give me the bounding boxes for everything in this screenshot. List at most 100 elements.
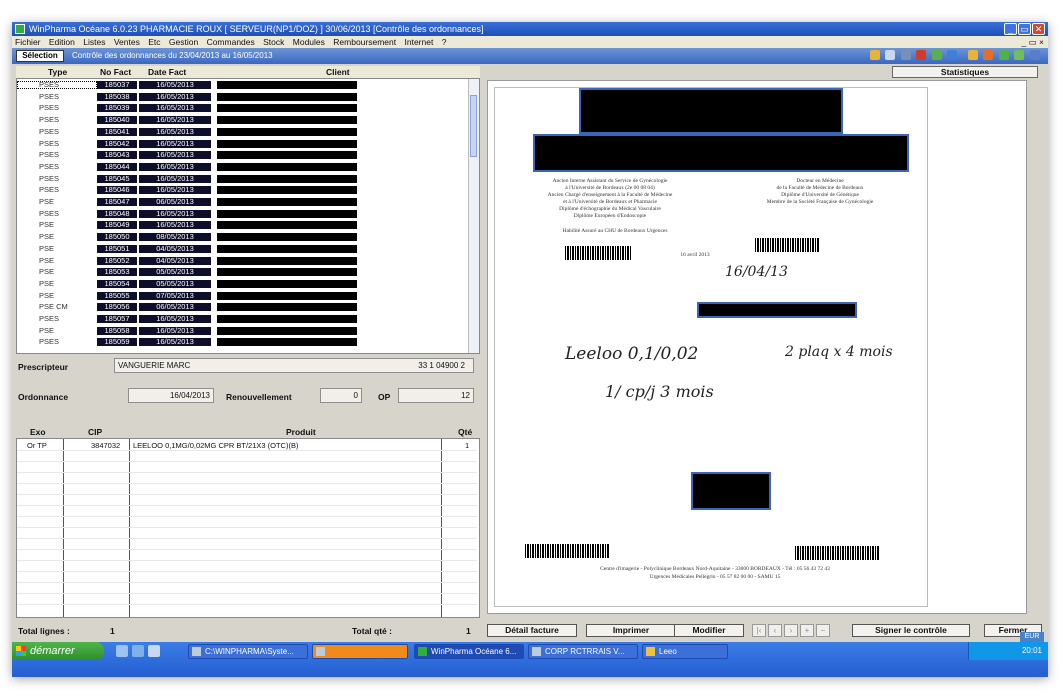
invoice-row[interactable]: PSE 185049 16/05/2013	[17, 221, 467, 230]
col-type[interactable]: Type	[48, 67, 67, 77]
product-grid[interactable]: Or TP 3847032 LEELOO 0,1MG/0,02MG CPR BT…	[16, 438, 480, 618]
menu-ventes[interactable]: Ventes	[111, 36, 143, 48]
invoice-type: PSES	[39, 314, 60, 323]
op-field[interactable]: 12	[398, 388, 474, 403]
globe-icon[interactable]	[1014, 50, 1025, 60]
col-no-fact[interactable]: No Fact	[100, 67, 131, 77]
check-icon[interactable]	[998, 50, 1009, 60]
invoice-row[interactable]: PSES 185041 16/05/2013	[17, 127, 467, 136]
invoice-row[interactable]: PSES 185042 16/05/2013	[17, 138, 467, 148]
folder-icon[interactable]	[869, 50, 880, 60]
col-produit[interactable]: Produit	[286, 427, 316, 437]
invoice-row[interactable]: PSES 185044 16/05/2013	[17, 162, 467, 171]
renouvellement-field[interactable]: 0	[320, 388, 362, 403]
menu-edition[interactable]: Edition	[46, 36, 78, 48]
mdi-window-controls[interactable]: _ ▭ ×	[1022, 36, 1044, 48]
close-button[interactable]: ✕	[1032, 23, 1045, 35]
invoice-row[interactable]: PSES 185038 16/05/2013	[17, 92, 467, 101]
row-divider	[17, 494, 477, 495]
maximize-button[interactable]: ▭	[1018, 23, 1031, 35]
ordonnance-date-field[interactable]: 16/04/2013	[128, 388, 214, 403]
col-date-fact[interactable]: Date Fact	[148, 67, 186, 77]
statistiques-button[interactable]: Statistiques	[892, 66, 1038, 78]
invoice-type: PSES	[39, 138, 60, 148]
invoice-row[interactable]: PSE 185053 05/05/2013	[17, 268, 467, 277]
invoice-number: 185037	[97, 81, 137, 89]
col-client[interactable]: Client	[326, 67, 350, 77]
menu-fichier[interactable]: Fichier	[12, 36, 44, 48]
windows-logo-icon	[16, 646, 26, 656]
menu-stock[interactable]: Stock	[260, 36, 287, 48]
imprimer-button[interactable]: Imprimer	[586, 624, 676, 637]
taskbar-item[interactable]: C:\WINPHARMA\Syste...	[188, 644, 308, 659]
prev-page-icon[interactable]: ‹	[768, 624, 782, 637]
stats-icon[interactable]	[983, 50, 994, 60]
menu-listes[interactable]: Listes	[80, 36, 108, 48]
invoice-row[interactable]: PSE 185052 04/05/2013	[17, 256, 467, 265]
menu-gestion[interactable]: Gestion	[166, 36, 201, 48]
print-icon[interactable]	[900, 50, 911, 60]
invoice-row[interactable]: PSE 185058 16/05/2013	[17, 326, 467, 335]
invoice-row[interactable]: PSE 185054 05/05/2013	[17, 279, 467, 288]
detail-facture-button[interactable]: Détail facture	[487, 624, 577, 637]
invoice-row[interactable]: PSES 185057 16/05/2013	[17, 315, 467, 323]
zoom-in-icon[interactable]: +	[800, 624, 814, 637]
exit-icon[interactable]	[1030, 50, 1040, 60]
title-bar[interactable]: WinPharma Océane 6.0.23 PHARMACIE ROUX […	[12, 22, 1048, 36]
product-row[interactable]: Or TP 3847032 LEELOO 0,1MG/0,02MG CPR BT…	[17, 441, 477, 450]
flag-icon[interactable]	[916, 50, 927, 60]
next-page-icon[interactable]: ›	[784, 624, 798, 637]
tools-icon[interactable]	[967, 50, 978, 60]
info-icon[interactable]	[947, 50, 958, 60]
invoice-row[interactable]: PSES 185046 16/05/2013	[17, 185, 467, 195]
invoice-row[interactable]: PSES 185037 16/05/2013	[17, 81, 467, 89]
quicklaunch-icon[interactable]	[148, 645, 160, 657]
invoice-row[interactable]: PSE CM 185056 06/05/2013	[17, 303, 467, 312]
col-divider	[63, 439, 64, 617]
invoice-row[interactable]: PSE 185050 08/05/2013	[17, 233, 467, 242]
taskbar-item[interactable]: Leeo	[642, 644, 728, 659]
invoice-grid-scrollbar[interactable]	[468, 79, 479, 353]
menu-remboursement[interactable]: Remboursement	[330, 36, 399, 48]
invoice-grid[interactable]: PSES 185037 16/05/2013 PSES 185038 16/05/2013…	[16, 78, 480, 354]
invoice-row[interactable]: PSES 185043 16/05/2013	[17, 151, 467, 160]
menu-modules[interactable]: Modules	[290, 36, 328, 48]
prescription-scan-viewer[interactable]: Ancien Interne Assistant du Service de G…	[487, 80, 1027, 614]
client-redacted	[217, 279, 357, 288]
show-desktop-icon[interactable]	[116, 645, 128, 657]
ie-icon[interactable]	[132, 645, 144, 657]
zoom-out-icon[interactable]: −	[816, 624, 830, 637]
refresh-icon[interactable]	[931, 50, 942, 60]
signer-controle-button[interactable]: Signer le contrôle	[852, 624, 970, 637]
invoice-row[interactable]: PSES 185048 16/05/2013	[17, 209, 467, 218]
start-button[interactable]: démarrer	[12, 642, 104, 660]
invoice-row[interactable]: PSES 185059 16/05/2013	[17, 338, 467, 347]
selection-button[interactable]: Sélection	[16, 50, 64, 62]
col-exo[interactable]: Exo	[30, 427, 46, 437]
invoice-number: 185054	[97, 279, 137, 288]
invoice-row[interactable]: PSES 185040 16/05/2013	[17, 116, 467, 125]
invoice-row[interactable]: PSES 185039 16/05/2013	[17, 104, 467, 113]
modifier-button[interactable]: Modifier	[674, 624, 744, 637]
scroll-thumb[interactable]	[470, 95, 477, 157]
menu-commandes[interactable]: Commandes	[204, 36, 258, 48]
col-qte[interactable]: Qté	[458, 427, 472, 437]
prescripteur-field[interactable]: VANGUERIE MARC 33 1 04900 2	[114, 358, 474, 373]
system-tray[interactable]: 20:01	[968, 642, 1048, 660]
invoice-row[interactable]: PSE 185051 04/05/2013	[17, 244, 467, 253]
minimize-button[interactable]: _	[1004, 23, 1017, 35]
taskbar-item[interactable]	[312, 644, 408, 659]
menu-help[interactable]: ?	[439, 36, 450, 48]
taskbar-item[interactable]: WinPharma Océane 6...	[414, 644, 524, 659]
invoice-type: PSES	[39, 185, 60, 195]
menu-etc[interactable]: Etc	[145, 36, 163, 48]
invoice-number: 185053	[97, 268, 137, 277]
taskbar-item[interactable]: CORP RCTRRAIS V...	[528, 644, 638, 659]
invoice-row[interactable]: PSE 185055 07/05/2013	[17, 291, 467, 300]
first-page-icon[interactable]: |‹	[752, 624, 766, 637]
invoice-row[interactable]: PSES 185045 16/05/2013	[17, 174, 467, 183]
document-icon[interactable]	[885, 50, 896, 60]
invoice-row[interactable]: PSE 185047 06/05/2013	[17, 198, 467, 206]
col-cip[interactable]: CIP	[88, 427, 102, 437]
menu-internet[interactable]: Internet	[402, 36, 437, 48]
